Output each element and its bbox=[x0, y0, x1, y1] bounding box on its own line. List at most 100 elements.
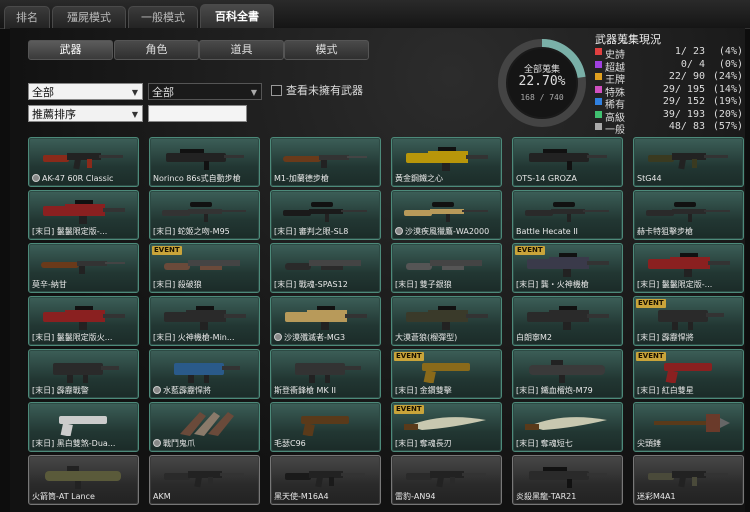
weapon-card[interactable]: [末日] 火神機槍-Min... bbox=[149, 296, 260, 346]
weapon-name-label: [末日] 鬣鬣限定版-... bbox=[637, 280, 740, 290]
weapon-card[interactable]: [末日] 雙子銀狼 bbox=[391, 243, 502, 293]
weapon-name: [末日] 蛇姬之吻-M95 bbox=[153, 227, 230, 236]
weapon-name: OTS-14 GROZA bbox=[516, 174, 577, 183]
weapon-card[interactable]: 毛瑟C96 bbox=[270, 402, 381, 452]
weapon-card[interactable]: EVENT [末日] 殺破狼 bbox=[149, 243, 260, 293]
weapon-card[interactable]: 白朗寧M2 bbox=[512, 296, 623, 346]
unowned-checkbox[interactable] bbox=[271, 85, 282, 96]
weapon-name-label: 炎殺黑龍-TAR21 bbox=[516, 492, 619, 502]
weapon-name: StG44 bbox=[637, 174, 662, 183]
weapon-name: [末日] 奪魂短七 bbox=[516, 439, 573, 448]
weapon-card[interactable]: Battle Hecate II bbox=[512, 190, 623, 240]
weapon-image bbox=[285, 306, 367, 330]
weapon-card[interactable]: 尖頭錘 bbox=[633, 402, 744, 452]
weapon-image bbox=[654, 414, 730, 432]
weapon-name-label: [末日] 金鑽雙擊 bbox=[395, 386, 498, 396]
weapon-name-label: [末日] 戰魂-SPAS12 bbox=[274, 280, 377, 290]
weapon-card[interactable]: EVENT [末日] 紅白雙星 bbox=[633, 349, 744, 399]
weapon-name-label: 沙漠疾風獵鷹-WA2000 bbox=[395, 227, 498, 237]
weapon-card[interactable]: Norinco 86s式自動步槍 bbox=[149, 137, 260, 187]
weapon-card[interactable]: M1-加蘭德步槍 bbox=[270, 137, 381, 187]
weapon-card[interactable]: 炎殺黑龍-TAR21 bbox=[512, 455, 623, 505]
weapon-card[interactable]: [末日] 奪魂短七 bbox=[512, 402, 623, 452]
weapon-card[interactable]: [末日] 蛇姬之吻-M95 bbox=[149, 190, 260, 240]
weapon-card[interactable]: 迷彩M4A1 bbox=[633, 455, 744, 505]
subcategory-dropdown[interactable]: 全部 ▼ bbox=[148, 83, 262, 100]
event-badge: EVENT bbox=[394, 352, 424, 361]
sort-dropdown[interactable]: 推薦排序 ▼ bbox=[28, 105, 143, 122]
search-input[interactable] bbox=[148, 105, 247, 122]
tab-normal-mode[interactable]: 一般模式 bbox=[128, 6, 198, 29]
tab-encyclopedia[interactable]: 百科全書 bbox=[200, 4, 274, 29]
weapon-card[interactable]: 沙漠疾風獵鷹-WA2000 bbox=[391, 190, 502, 240]
subtab-items[interactable]: 道具 bbox=[199, 40, 284, 60]
weapon-name-label: [末日] 霹靂悍將 bbox=[637, 333, 740, 343]
weapon-name-label: 黃金鋼鐵之心 bbox=[395, 174, 498, 184]
weapon-card[interactable]: [末日] 審判之眼-SL8 bbox=[270, 190, 381, 240]
weapon-name-label: 雷豹-AN94 bbox=[395, 492, 498, 502]
rarity-swatch bbox=[595, 123, 602, 130]
subtab-characters[interactable]: 角色 bbox=[114, 40, 199, 60]
weapon-name-label: 尖頭錘 bbox=[637, 439, 740, 449]
weapon-card[interactable]: [末日] 鬣鬣限定版-... bbox=[633, 243, 744, 293]
weapon-card[interactable]: [末日] 黑白雙煞-Dua... bbox=[28, 402, 139, 452]
weapon-name-label: [末日] 鬣鬣限定版-... bbox=[32, 227, 135, 237]
category-dropdown[interactable]: 全部 ▼ bbox=[28, 83, 143, 100]
weapon-card[interactable]: EVENT [末日] 金鑽雙擊 bbox=[391, 349, 502, 399]
rarity-percent: (4%) bbox=[718, 46, 743, 57]
weapon-image bbox=[301, 416, 349, 436]
weapon-name: 毛瑟C96 bbox=[274, 439, 306, 448]
weapon-card[interactable]: AK-47 60R Classic bbox=[28, 137, 139, 187]
weapon-name: 火箭筒-AT Lance bbox=[32, 492, 95, 501]
stat-row: 稀有 29/ 152 (19%) bbox=[595, 96, 745, 111]
weapon-image bbox=[53, 363, 119, 383]
weapon-card[interactable]: 火箭筒-AT Lance bbox=[28, 455, 139, 505]
weapon-card[interactable]: [末日] 鬣鬣限定版火... bbox=[28, 296, 139, 346]
rarity-swatch bbox=[595, 48, 602, 55]
weapon-name: 白朗寧M2 bbox=[516, 333, 552, 342]
top-tab-bar: 排名 殭屍模式 一般模式 百科全書 bbox=[0, 0, 750, 29]
weapon-card[interactable]: 水藍霹靂悍將 bbox=[149, 349, 260, 399]
tab-ranking[interactable]: 排名 bbox=[4, 6, 50, 29]
weapon-name: [末日] 鬣鬣限定版-... bbox=[32, 227, 108, 236]
weapon-card[interactable]: [末日] 戰魂-SPAS12 bbox=[270, 243, 381, 293]
tab-zombie-mode[interactable]: 殭屍模式 bbox=[52, 6, 126, 29]
weapon-image bbox=[164, 471, 244, 488]
weapon-card[interactable]: EVENT [末日] 霹靂悍將 bbox=[633, 296, 744, 346]
weapon-card[interactable]: [末日] 鬣鬣限定版-... bbox=[28, 190, 139, 240]
weapon-card[interactable]: 黃金鋼鐵之心 bbox=[391, 137, 502, 187]
weapon-name-label: 大漠蒼狼(榴彈型) bbox=[395, 333, 498, 343]
rarity-percent: (57%) bbox=[712, 121, 743, 132]
chevron-down-icon: ▼ bbox=[250, 88, 257, 97]
weapon-name-label: [末日] 紅白雙星 bbox=[637, 386, 740, 396]
rarity-count: 29/ 152 bbox=[662, 96, 705, 107]
weapon-name: [末日] 霹靂悍將 bbox=[637, 333, 694, 342]
subtab-weapons[interactable]: 武器 bbox=[28, 40, 113, 60]
weapon-card[interactable]: 戰鬥鬼爪 bbox=[149, 402, 260, 452]
weapon-name: [末日] 雙子銀狼 bbox=[395, 280, 452, 289]
weapon-card[interactable]: 雷豹-AN94 bbox=[391, 455, 502, 505]
rarity-swatch bbox=[595, 60, 602, 68]
weapon-card[interactable]: 斯登衝鋒槍 MK II bbox=[270, 349, 381, 399]
weapon-card[interactable]: [末日] 霹靂戰警 bbox=[28, 349, 139, 399]
weapon-card[interactable]: [末日] 鐵血榴炮-M79 bbox=[512, 349, 623, 399]
weapon-image bbox=[283, 202, 367, 222]
weapon-card[interactable]: EVENT [末日] 奪魂長刃 bbox=[391, 402, 502, 452]
event-badge: EVENT bbox=[515, 246, 545, 255]
weapon-card[interactable]: 莫辛-納甘 bbox=[28, 243, 139, 293]
rarity-count: 1/ 23 bbox=[674, 46, 705, 57]
weapon-card[interactable]: EVENT [末日] 龔・火神機槍 bbox=[512, 243, 623, 293]
weapon-image bbox=[404, 202, 488, 222]
weapon-card[interactable]: StG44 bbox=[633, 137, 744, 187]
weapon-image bbox=[283, 155, 367, 168]
weapon-card[interactable]: AKM bbox=[149, 455, 260, 505]
weapon-card[interactable]: 沙漠殲滅者-MG3 bbox=[270, 296, 381, 346]
weapon-name-label: 黑天使-M16A4 bbox=[274, 492, 377, 502]
weapon-card[interactable]: OTS-14 GROZA bbox=[512, 137, 623, 187]
weapon-card[interactable]: 大漠蒼狼(榴彈型) bbox=[391, 296, 502, 346]
subtab-modes[interactable]: 模式 bbox=[284, 40, 369, 60]
weapon-card[interactable]: 黑天使-M16A4 bbox=[270, 455, 381, 505]
weapon-name: [末日] 龔・火神機槍 bbox=[516, 280, 589, 289]
rarity-count: 22/ 90 bbox=[668, 71, 705, 82]
weapon-card[interactable]: 赫卡特狙擊步槍 bbox=[633, 190, 744, 240]
